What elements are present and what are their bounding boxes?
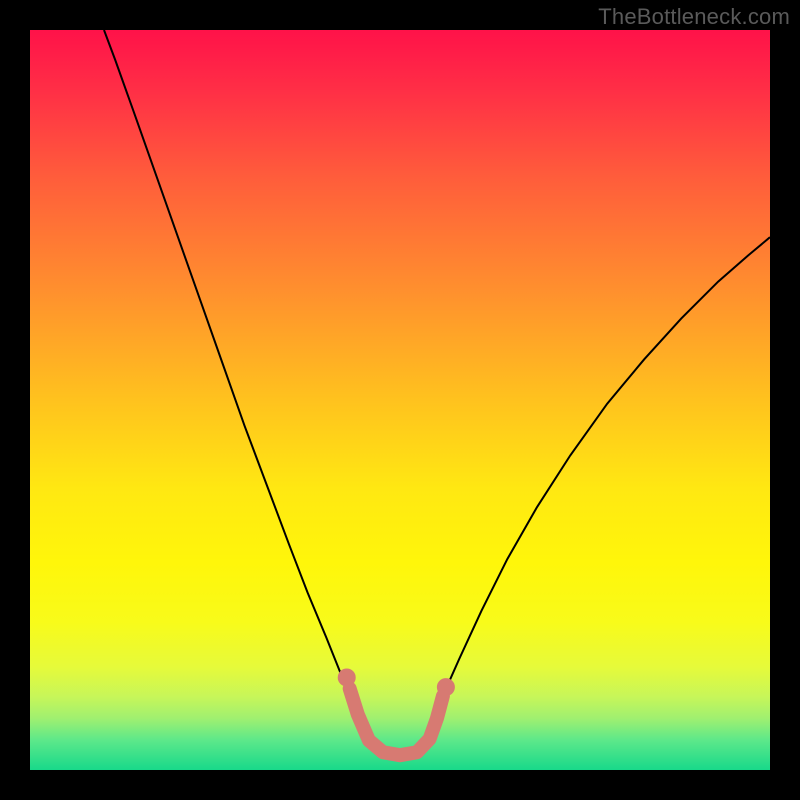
gradient-background — [30, 30, 770, 770]
watermark-label: TheBottleneck.com — [598, 4, 790, 30]
chart-svg — [30, 30, 770, 770]
valley-dot-right — [437, 678, 455, 696]
valley-dot-left — [338, 669, 356, 687]
plot-area — [30, 30, 770, 770]
chart-frame: TheBottleneck.com — [0, 0, 800, 800]
